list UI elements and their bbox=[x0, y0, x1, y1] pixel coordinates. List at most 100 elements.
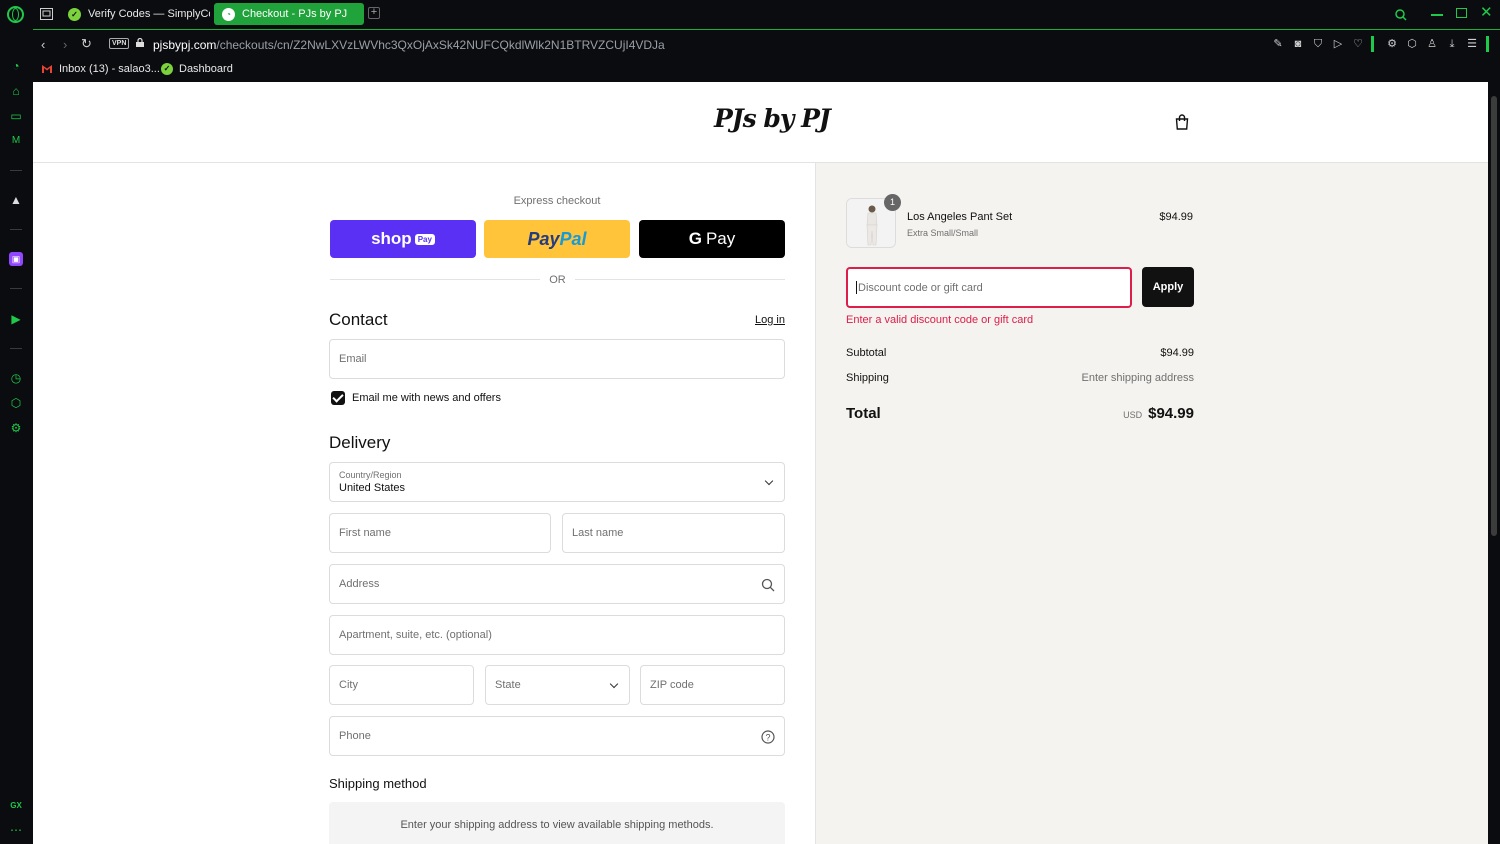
svg-text:?: ? bbox=[765, 733, 770, 743]
tab-island-icon[interactable] bbox=[40, 8, 53, 20]
tab-label: Verify Codes — SimplyCo bbox=[88, 8, 210, 20]
bookmarks-bar: Inbox (13) - salao3... ✓ Dashboard bbox=[33, 58, 1500, 82]
product-price: $94.99 bbox=[1159, 211, 1193, 223]
total-value: $94.99 bbox=[1148, 405, 1194, 422]
address-field[interactable]: Address bbox=[329, 564, 785, 604]
shop-pay-logo: shop bbox=[371, 229, 412, 248]
history-icon[interactable]: ◷ bbox=[9, 371, 23, 385]
scrollbar-thumb[interactable] bbox=[1491, 96, 1497, 536]
chevron-down-icon bbox=[609, 679, 619, 689]
maximize-button[interactable] bbox=[1456, 8, 1467, 18]
first-name-placeholder: First name bbox=[339, 527, 391, 539]
bookmark-label: Dashboard bbox=[179, 63, 233, 75]
city-placeholder: City bbox=[339, 679, 358, 691]
paypal-button[interactable]: Pay Pal bbox=[484, 220, 630, 258]
phone-field[interactable]: Phone ? bbox=[329, 716, 785, 756]
url-path: /checkouts/cn/Z2NwLXVzLWVhc3QxOjAxSk42NU… bbox=[216, 38, 665, 52]
new-tab-button[interactable]: + bbox=[368, 7, 380, 19]
search-tabs-icon[interactable] bbox=[1395, 9, 1407, 21]
page-scrollbar[interactable] bbox=[1488, 82, 1500, 844]
paypal-logo-part2: Pal bbox=[559, 228, 587, 249]
opera-logo-icon[interactable] bbox=[7, 6, 24, 23]
divider bbox=[330, 279, 540, 280]
back-button[interactable]: ‹ bbox=[41, 37, 45, 52]
heart-icon[interactable]: ♡ bbox=[1351, 37, 1365, 51]
bookmark-inbox[interactable]: Inbox (13) - salao3... bbox=[41, 63, 160, 75]
check-badge-icon: ✓ bbox=[161, 63, 173, 75]
city-field[interactable]: City bbox=[329, 665, 474, 705]
lock-icon[interactable] bbox=[136, 38, 144, 47]
apartment-field[interactable]: Apartment, suite, etc. (optional) bbox=[329, 615, 785, 655]
messenger-icon[interactable]: ▭ bbox=[9, 109, 23, 123]
tab-checkout[interactable]: ◔ Checkout - PJs by PJ bbox=[214, 3, 364, 25]
subtotal-row: Subtotal $94.99 bbox=[846, 347, 1194, 359]
twitch-icon[interactable]: ▣ bbox=[9, 252, 23, 266]
tab-label: Checkout - PJs by PJ bbox=[242, 8, 348, 20]
profile-icon[interactable]: ♙ bbox=[1425, 37, 1439, 51]
gx-icon[interactable]: GX bbox=[9, 799, 23, 813]
tab-verify-codes[interactable]: ✓ Verify Codes — SimplyCo bbox=[60, 3, 210, 25]
total-currency: USD bbox=[1123, 410, 1143, 420]
send-icon[interactable]: ▷ bbox=[1331, 37, 1345, 51]
zip-placeholder: ZIP code bbox=[650, 679, 694, 691]
minimize-button[interactable] bbox=[1431, 14, 1443, 16]
shield-icon[interactable]: ⛉ bbox=[1311, 37, 1325, 51]
google-g-icon: G bbox=[688, 229, 702, 248]
settings-icon[interactable]: ⚙ bbox=[9, 421, 23, 435]
shopping-bag-icon[interactable] bbox=[1175, 114, 1189, 130]
url-field[interactable]: pjsbypj.com/checkouts/cn/Z2NwLXVzLWVhc3Q… bbox=[153, 38, 665, 52]
search-icon bbox=[761, 578, 775, 592]
aria-icon[interactable]: ◔ bbox=[9, 59, 23, 73]
m-app-icon[interactable]: M bbox=[9, 134, 23, 148]
browser-sidebar: ◔ ⌂ ▭ M ▲ ▣ ▶ ◷ ⬡ ⚙ GX ⋯ bbox=[0, 29, 33, 844]
arrow-app-icon[interactable]: ▲ bbox=[9, 193, 23, 207]
download-icon[interactable]: ⤓ bbox=[1445, 37, 1459, 51]
shop-pay-button[interactable]: shop Pay bbox=[330, 220, 476, 258]
tab-bar: ✓ Verify Codes — SimplyCo ◔ Checkout - P… bbox=[0, 0, 1500, 29]
bookmark-dashboard[interactable]: ✓ Dashboard bbox=[161, 63, 233, 75]
shipping-method-note: Enter your shipping address to view avai… bbox=[329, 802, 785, 844]
apply-discount-button[interactable]: Apply bbox=[1142, 267, 1194, 307]
login-link[interactable]: Log in bbox=[755, 314, 785, 326]
reload-button[interactable]: ↻ bbox=[81, 36, 92, 52]
store-logo[interactable]: PJs by PJ bbox=[714, 104, 831, 133]
camera-icon[interactable]: ◙ bbox=[1291, 37, 1305, 51]
shipping-row: Shipping Enter shipping address bbox=[846, 372, 1194, 384]
discount-error-message: Enter a valid discount code or gift card bbox=[846, 314, 1034, 326]
first-name-field[interactable]: First name bbox=[329, 513, 551, 553]
package-icon[interactable]: ⬡ bbox=[9, 396, 23, 410]
email-field[interactable]: Email bbox=[329, 339, 785, 379]
robot-icon[interactable]: ⚙ bbox=[1385, 37, 1399, 51]
address-bar: ‹ › ↻ VPN pjsbypj.com/checkouts/cn/Z2NwL… bbox=[33, 29, 1500, 58]
phone-placeholder: Phone bbox=[339, 730, 371, 742]
help-icon[interactable]: ? bbox=[761, 730, 775, 744]
gmail-icon bbox=[42, 65, 52, 73]
country-value: United States bbox=[339, 482, 406, 494]
state-placeholder: State bbox=[495, 679, 521, 691]
last-name-field[interactable]: Last name bbox=[562, 513, 785, 553]
cube-icon[interactable]: ⬡ bbox=[1405, 37, 1419, 51]
check-badge-icon: ✓ bbox=[68, 7, 81, 21]
subtotal-label: Subtotal bbox=[846, 347, 887, 359]
order-summary: 1 Los Angeles Pant Set Extra Small/Small… bbox=[815, 163, 1488, 844]
product-name: Los Angeles Pant Set bbox=[907, 211, 1013, 223]
state-select[interactable]: State bbox=[485, 665, 630, 705]
more-icon[interactable]: ⋯ bbox=[9, 823, 23, 837]
divider bbox=[10, 288, 22, 289]
shipping-method-text: Enter your shipping address to view avai… bbox=[400, 818, 714, 831]
forward-button[interactable]: › bbox=[63, 37, 67, 52]
player-icon[interactable]: ▶ bbox=[9, 312, 23, 326]
zip-field[interactable]: ZIP code bbox=[640, 665, 785, 705]
edit-icon[interactable]: ✎ bbox=[1271, 37, 1285, 51]
menu-icon[interactable]: ☰ bbox=[1465, 37, 1479, 51]
shipping-method-heading: Shipping method bbox=[329, 776, 427, 791]
vpn-badge[interactable]: VPN bbox=[109, 38, 130, 49]
country-select[interactable]: Country/Region United States bbox=[329, 462, 785, 502]
product-variant: Extra Small/Small bbox=[907, 228, 979, 238]
google-pay-button[interactable]: G Pay bbox=[639, 220, 785, 258]
newsletter-checkbox[interactable] bbox=[331, 391, 345, 405]
store-favicon-icon: ◔ bbox=[222, 7, 235, 21]
close-window-button[interactable]: ✕ bbox=[1480, 3, 1493, 21]
shopping-icon[interactable]: ⌂ bbox=[9, 84, 23, 98]
discount-code-field[interactable]: Discount code or gift card bbox=[846, 267, 1132, 308]
